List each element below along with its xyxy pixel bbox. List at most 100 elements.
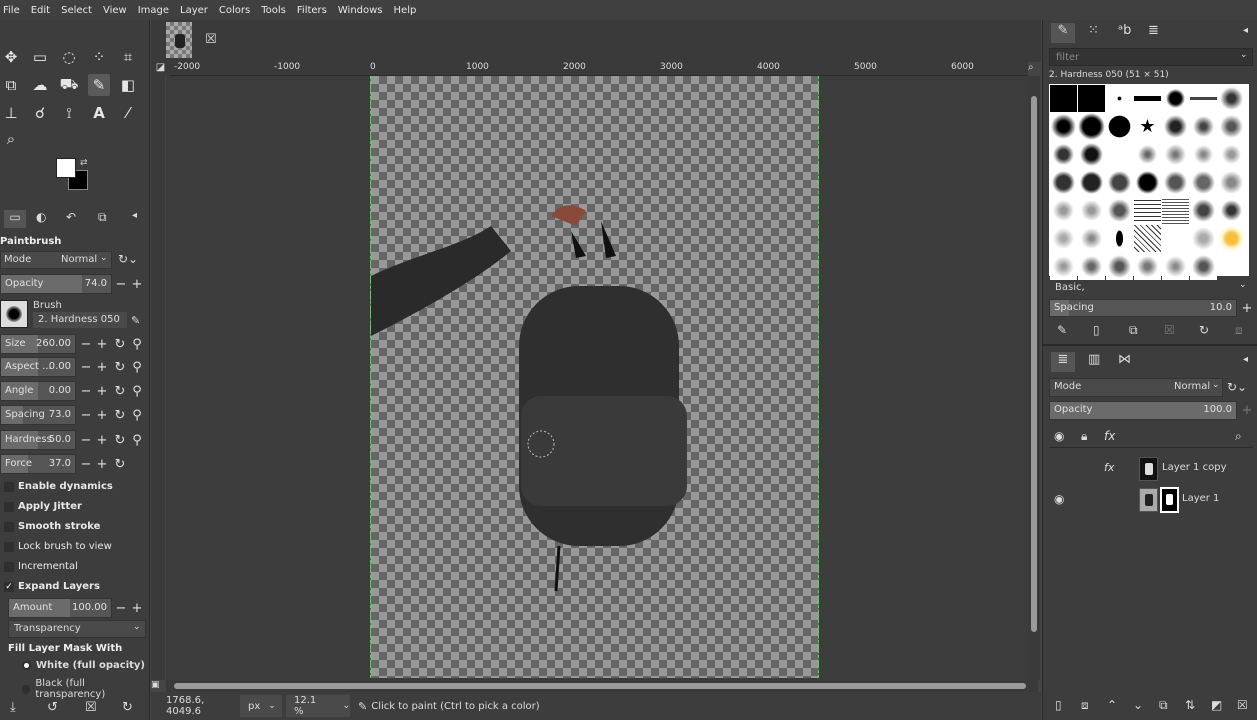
brush-item[interactable]: [1078, 197, 1105, 224]
link-icon[interactable]: ⚲: [129, 432, 145, 448]
brush-item[interactable]: [1190, 141, 1217, 168]
fx-icon[interactable]: fx: [1104, 461, 1114, 474]
amount-slider[interactable]: Amount 100.00: [8, 598, 112, 618]
layer-opacity-slider[interactable]: Opacity 100.0: [1049, 401, 1237, 420]
decrease-icon[interactable]: −: [113, 276, 129, 292]
bucket-fill-tool-icon[interactable]: ⛟: [58, 74, 80, 96]
navigate-icon[interactable]: ▣: [151, 680, 166, 692]
decrease-icon[interactable]: −: [78, 432, 94, 448]
path-tool-icon[interactable]: ⟟: [58, 102, 80, 124]
brush-item[interactable]: [1106, 225, 1133, 252]
brush-item[interactable]: [1190, 225, 1217, 252]
menu-edit[interactable]: Edit: [31, 5, 50, 16]
brush-name-field[interactable]: 2. Hardness 050: [33, 312, 127, 328]
search-icon[interactable]: ⌕: [1235, 429, 1242, 444]
anchor-layer-icon[interactable]: ⇅: [1185, 698, 1195, 712]
brush-item[interactable]: [1050, 197, 1077, 224]
spacing-slider[interactable]: Spacing 73.0: [0, 405, 76, 425]
brush-item[interactable]: [1134, 169, 1161, 196]
raise-layer-icon[interactable]: ⌃: [1107, 698, 1117, 712]
brush-item[interactable]: [1190, 169, 1217, 196]
delete-layer-icon[interactable]: ☒: [1237, 698, 1248, 712]
zoom-icon[interactable]: ⌕: [1028, 62, 1040, 76]
brush-filter-input[interactable]: filter ⌄: [1049, 48, 1253, 66]
tab-menu-icon[interactable]: ◂: [132, 210, 137, 221]
brush-item[interactable]: [1106, 141, 1133, 168]
brush-item[interactable]: [1134, 225, 1161, 252]
brush-item[interactable]: [1218, 197, 1245, 224]
brush-item[interactable]: [1078, 169, 1105, 196]
zoom-tool-icon[interactable]: ⌕: [0, 128, 22, 150]
brush-item[interactable]: [1078, 253, 1105, 280]
decrease-icon[interactable]: −: [78, 407, 94, 423]
link-icon[interactable]: ⚲: [129, 407, 145, 423]
delete-options-icon[interactable]: ☒: [85, 700, 97, 715]
fill-type-select[interactable]: Transparency ⌄: [8, 620, 146, 638]
clone-tool-icon[interactable]: ⊥: [0, 102, 22, 124]
eraser-tool-icon[interactable]: ◧: [117, 74, 139, 96]
reset-icon[interactable]: ↻: [112, 456, 128, 472]
text-tool-icon[interactable]: A: [88, 102, 110, 124]
duplicate-brush-icon[interactable]: ⧉: [1129, 323, 1138, 338]
undo-history-tab-icon[interactable]: ↶: [66, 210, 76, 224]
brush-item[interactable]: [1218, 225, 1245, 252]
white-radio[interactable]: White (full opacity): [22, 660, 145, 671]
reset-icon[interactable]: ↻: [112, 383, 128, 399]
incremental-checkbox[interactable]: Incremental: [4, 561, 78, 572]
brush-item[interactable]: ★: [1134, 113, 1161, 140]
layer-name[interactable]: Layer 1 copy: [1162, 462, 1226, 473]
brush-item[interactable]: [1162, 197, 1189, 224]
lower-layer-icon[interactable]: ⌄: [1133, 698, 1143, 712]
reset-icon[interactable]: ↻: [112, 359, 128, 375]
layer-mask-thumbnail[interactable]: [1160, 487, 1179, 513]
smudge-tool-icon[interactable]: ☌: [29, 102, 51, 124]
brush-item[interactable]: [1050, 169, 1077, 196]
decrease-icon[interactable]: −: [78, 456, 94, 472]
eye-icon[interactable]: ◉: [1054, 492, 1064, 506]
fonts-tab-icon[interactable]: ᵃb: [1118, 23, 1131, 38]
hardness-slider[interactable]: Hardness 50.0: [0, 430, 76, 450]
brush-item[interactable]: [1162, 141, 1189, 168]
brush-item[interactable]: [1050, 225, 1077, 252]
brush-grid[interactable]: ★: [1049, 84, 1249, 280]
link-icon[interactable]: ⚲: [129, 359, 145, 375]
crop-tool-icon[interactable]: ⌗: [117, 46, 139, 68]
brush-item[interactable]: [1134, 141, 1161, 168]
warp-tool-icon[interactable]: ☁: [29, 74, 51, 96]
menu-layer[interactable]: Layer: [180, 5, 208, 16]
new-layer-icon[interactable]: ▯: [1055, 698, 1062, 712]
brush-item[interactable]: [1078, 141, 1105, 168]
images-tab-icon[interactable]: ⧉: [98, 210, 107, 225]
expand-layers-checkbox[interactable]: ✓ Expand Layers: [4, 581, 100, 592]
brush-spacing-slider[interactable]: Spacing 10.0: [1049, 299, 1237, 317]
brush-item[interactable]: [1218, 141, 1245, 168]
menu-view[interactable]: View: [103, 5, 127, 16]
color-picker-tool-icon[interactable]: ⁄: [117, 102, 139, 124]
angle-slider[interactable]: Angle 0.00: [0, 381, 76, 401]
brush-item[interactable]: [1162, 253, 1189, 280]
zoom-select[interactable]: 12.1 % ⌄: [286, 695, 350, 717]
brush-item[interactable]: [1078, 225, 1105, 252]
brush-item[interactable]: [1218, 169, 1245, 196]
brush-item[interactable]: [1190, 197, 1217, 224]
brush-tag-select[interactable]: Basic, ⌄: [1049, 280, 1253, 296]
brush-item[interactable]: [1106, 253, 1133, 280]
menu-image[interactable]: Image: [138, 5, 169, 16]
tab-menu-icon[interactable]: ◂: [1243, 25, 1248, 36]
menu-windows[interactable]: Windows: [338, 5, 383, 16]
layers-tab-icon[interactable]: ≣: [1051, 352, 1075, 372]
image-layer[interactable]: [370, 76, 819, 678]
layer-mode-select[interactable]: Mode Normal ⌄: [1049, 378, 1223, 397]
mode-select[interactable]: Mode Normal ⌄: [0, 251, 112, 269]
fuzzy-select-tool-icon[interactable]: ⁘: [88, 46, 110, 68]
tool-options-tab-icon[interactable]: ▭: [4, 210, 26, 228]
reset-mode-icon[interactable]: ↻⌄: [1227, 380, 1247, 394]
reset-icon[interactable]: ↻: [112, 336, 128, 352]
reset-options-icon[interactable]: ↻: [122, 700, 133, 715]
brush-item[interactable]: [1162, 169, 1189, 196]
transform-tool-icon[interactable]: ⧉: [0, 74, 22, 96]
brush-item[interactable]: [1106, 197, 1133, 224]
menu-tools[interactable]: Tools: [261, 5, 286, 16]
quick-mask-icon[interactable]: ◪: [151, 62, 170, 76]
unit-select[interactable]: px ⌄: [240, 695, 282, 717]
